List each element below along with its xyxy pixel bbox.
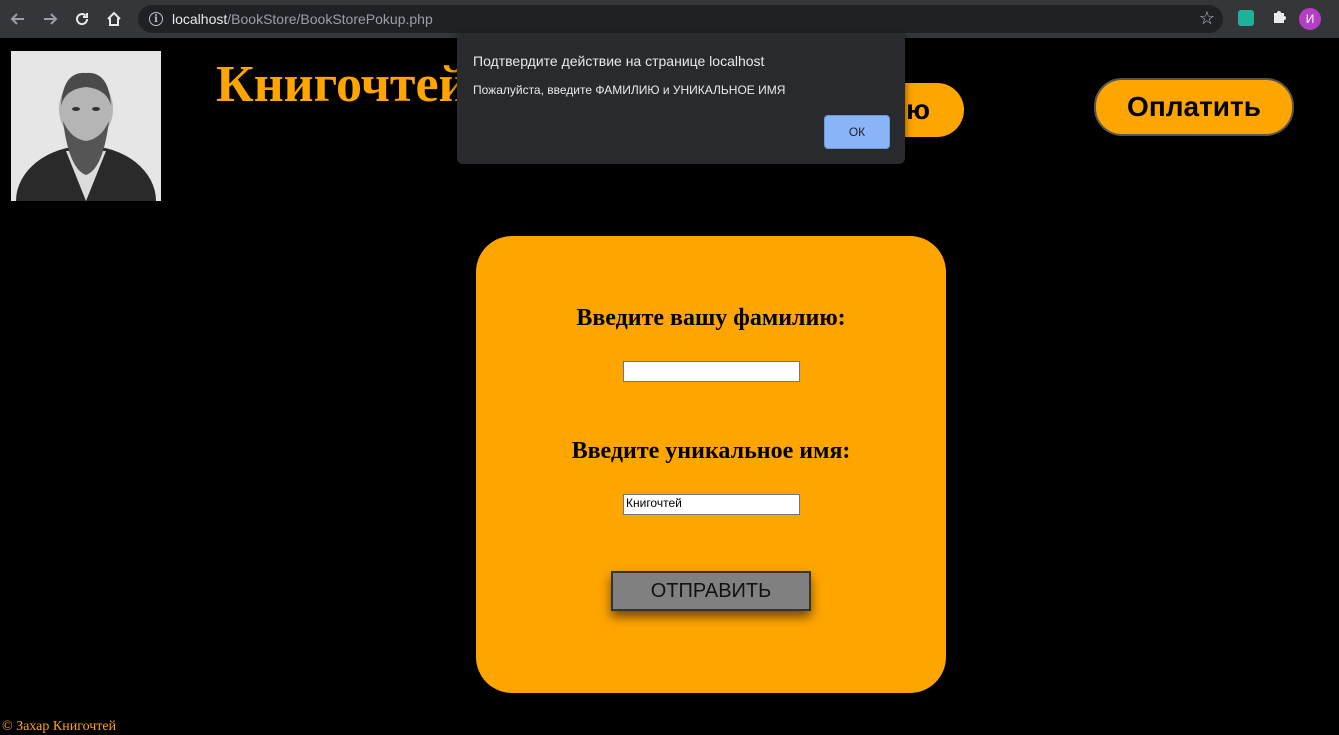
dialog-message: Пожалуйста, введите ФАМИЛИЮ и УНИКАЛЬНОЕ… [473,83,786,97]
pay-button[interactable]: Оплатить [1094,78,1294,136]
url-host: localhost [172,11,228,27]
bookmark-star-icon[interactable]: ☆ [1199,8,1215,29]
author-portrait [11,51,161,201]
unique-name-label: Введите уникальное имя: [571,438,851,464]
site-info-icon[interactable]: i [149,12,163,26]
site-title: Книгочтей [216,56,469,113]
surname-label: Введите вашу фамилию: [576,305,846,331]
submit-button[interactable]: ОТПРАВИТЬ [611,571,811,611]
unique-name-input[interactable]: Книгочтей [623,494,800,515]
back-icon[interactable] [4,5,32,33]
dialog-title: Подтвердите действие на странице localho… [473,53,765,69]
extension-key-icon[interactable] [1238,10,1254,26]
surname-input[interactable] [623,361,800,382]
url-path: /BookStore/BookStorePokup.php [227,11,433,27]
confirm-dialog: Подтвердите действие на странице localho… [457,34,905,164]
forward-icon[interactable] [36,5,64,33]
extensions-puzzle-icon[interactable] [1270,8,1288,26]
profile-avatar[interactable]: И [1299,8,1321,30]
reload-icon[interactable] [68,5,96,33]
footer-copyright: © Захар Книгочтей [2,719,117,734]
purchase-form: Введите вашу фамилию: Введите уникальное… [476,236,946,693]
home-icon[interactable] [100,5,128,33]
address-bar[interactable]: i localhost/BookStore/BookStorePokup.php… [138,5,1223,33]
browser-toolbar: i localhost/BookStore/BookStorePokup.php… [0,0,1339,38]
dialog-ok-button[interactable]: ОК [824,115,890,149]
